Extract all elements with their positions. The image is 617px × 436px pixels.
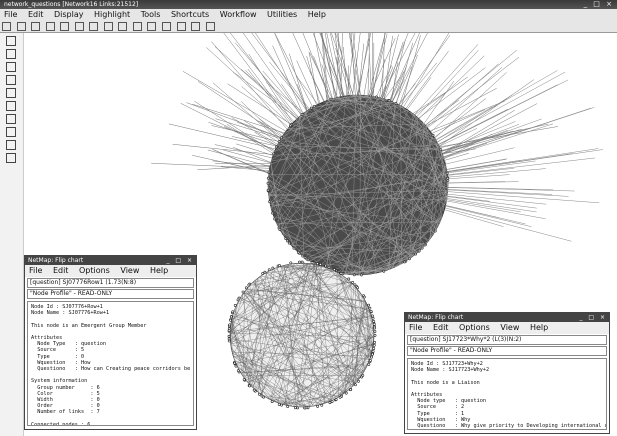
flipchart-title-2: NetMap: Flip chart <box>408 314 464 321</box>
flipchart2-node-selector[interactable]: [question] SJ17723*Why*2 (L(3)(N:2) <box>407 335 607 345</box>
expand-icon[interactable] <box>6 101 16 111</box>
save-icon[interactable] <box>31 22 41 31</box>
flipchart1-node-profile: Node Id : SJ07776+Row+1 Node Name : SJ07… <box>27 301 194 426</box>
rotate-icon[interactable] <box>6 49 16 59</box>
select-icon[interactable] <box>45 22 55 31</box>
measure-icon[interactable] <box>6 153 16 163</box>
pointer-icon[interactable] <box>6 62 16 72</box>
flipchart1-menu-options[interactable]: Options <box>75 266 114 275</box>
menu-workflow[interactable]: Workflow <box>216 10 261 19</box>
flipchart-titlebar-1: NetMap: Flip chart _ □ × <box>25 256 196 265</box>
zoom-out-icon[interactable] <box>6 127 16 137</box>
menu-tools[interactable]: Tools <box>137 10 165 19</box>
flipchart1-profile-label: "Node Profile" - READ-ONLY <box>27 289 194 299</box>
menu-display[interactable]: Display <box>50 10 88 19</box>
menu-highlight[interactable]: Highlight <box>90 10 134 19</box>
flipchart-title-1: NetMap: Flip chart <box>28 257 84 264</box>
lasso-icon[interactable] <box>6 140 16 150</box>
move-left-icon[interactable] <box>89 22 99 31</box>
settings-icon[interactable] <box>191 22 201 31</box>
main-toolbar <box>0 21 617 33</box>
filter-icon[interactable] <box>176 22 186 31</box>
window-controls[interactable]: _ □ × <box>584 0 614 9</box>
pen-icon[interactable] <box>60 22 70 31</box>
flipchart1-menu-view[interactable]: View <box>116 266 143 275</box>
grid-icon[interactable] <box>147 22 157 31</box>
flipchart-window-2[interactable]: NetMap: Flip chart _ □ × File Edit Optio… <box>404 312 610 434</box>
flipchart2-profile-label: "Node Profile" - READ-ONLY <box>407 346 607 356</box>
flipchart2-menu-file[interactable]: File <box>405 323 426 332</box>
refresh-icon[interactable] <box>132 22 142 31</box>
app-title: network_questions [Network16 Links:21512… <box>4 1 139 8</box>
print-icon[interactable] <box>205 22 215 31</box>
flipchart2-menu-view[interactable]: View <box>496 323 523 332</box>
menu-edit[interactable]: Edit <box>24 10 48 19</box>
flipchart1-menu-help[interactable]: Help <box>146 266 172 275</box>
app-titlebar: network_questions [Network16 Links:21512… <box>0 0 617 9</box>
node-icon[interactable] <box>6 75 16 85</box>
flipchart1-menu-file[interactable]: File <box>25 266 46 275</box>
menu-help[interactable]: Help <box>304 10 330 19</box>
main-menubar: File Edit Display Highlight Tools Shortc… <box>0 9 617 21</box>
flipchart-window-1[interactable]: NetMap: Flip chart _ □ × File Edit Optio… <box>24 255 197 430</box>
flipchart-menubar-2: File Edit Options View Help <box>405 322 609 334</box>
new-icon[interactable] <box>2 22 11 31</box>
menu-utilities[interactable]: Utilities <box>263 10 301 19</box>
zoom-in-icon[interactable] <box>6 114 16 124</box>
zoom-fit-icon[interactable] <box>6 36 16 46</box>
flipchart-titlebar-2: NetMap: Flip chart _ □ × <box>405 313 609 322</box>
flipchart-controls-1[interactable]: _ □ × <box>166 256 194 265</box>
layout-icon[interactable] <box>118 22 128 31</box>
flipchart1-node-selector[interactable]: [question] SJ07776Row1 (1.73(N:8) <box>27 278 194 288</box>
flipchart2-node-profile: Node Id : SJ17723+Why+2 Node Name : SJ17… <box>407 358 607 430</box>
menu-file[interactable]: File <box>0 10 21 19</box>
flipchart2-menu-edit[interactable]: Edit <box>429 323 453 332</box>
flipchart1-menu-edit[interactable]: Edit <box>49 266 73 275</box>
menu-shortcuts[interactable]: Shortcuts <box>167 10 213 19</box>
link-icon[interactable] <box>74 22 84 31</box>
flipchart-menubar-1: File Edit Options View Help <box>25 265 196 277</box>
page-icon[interactable] <box>6 88 16 98</box>
flipchart-controls-2[interactable]: _ □ × <box>579 313 607 322</box>
move-right-icon[interactable] <box>103 22 113 31</box>
table-icon[interactable] <box>162 22 172 31</box>
left-toolbar <box>0 33 24 436</box>
open-icon[interactable] <box>16 22 26 31</box>
flipchart2-menu-help[interactable]: Help <box>526 323 552 332</box>
flipchart2-menu-options[interactable]: Options <box>455 323 494 332</box>
